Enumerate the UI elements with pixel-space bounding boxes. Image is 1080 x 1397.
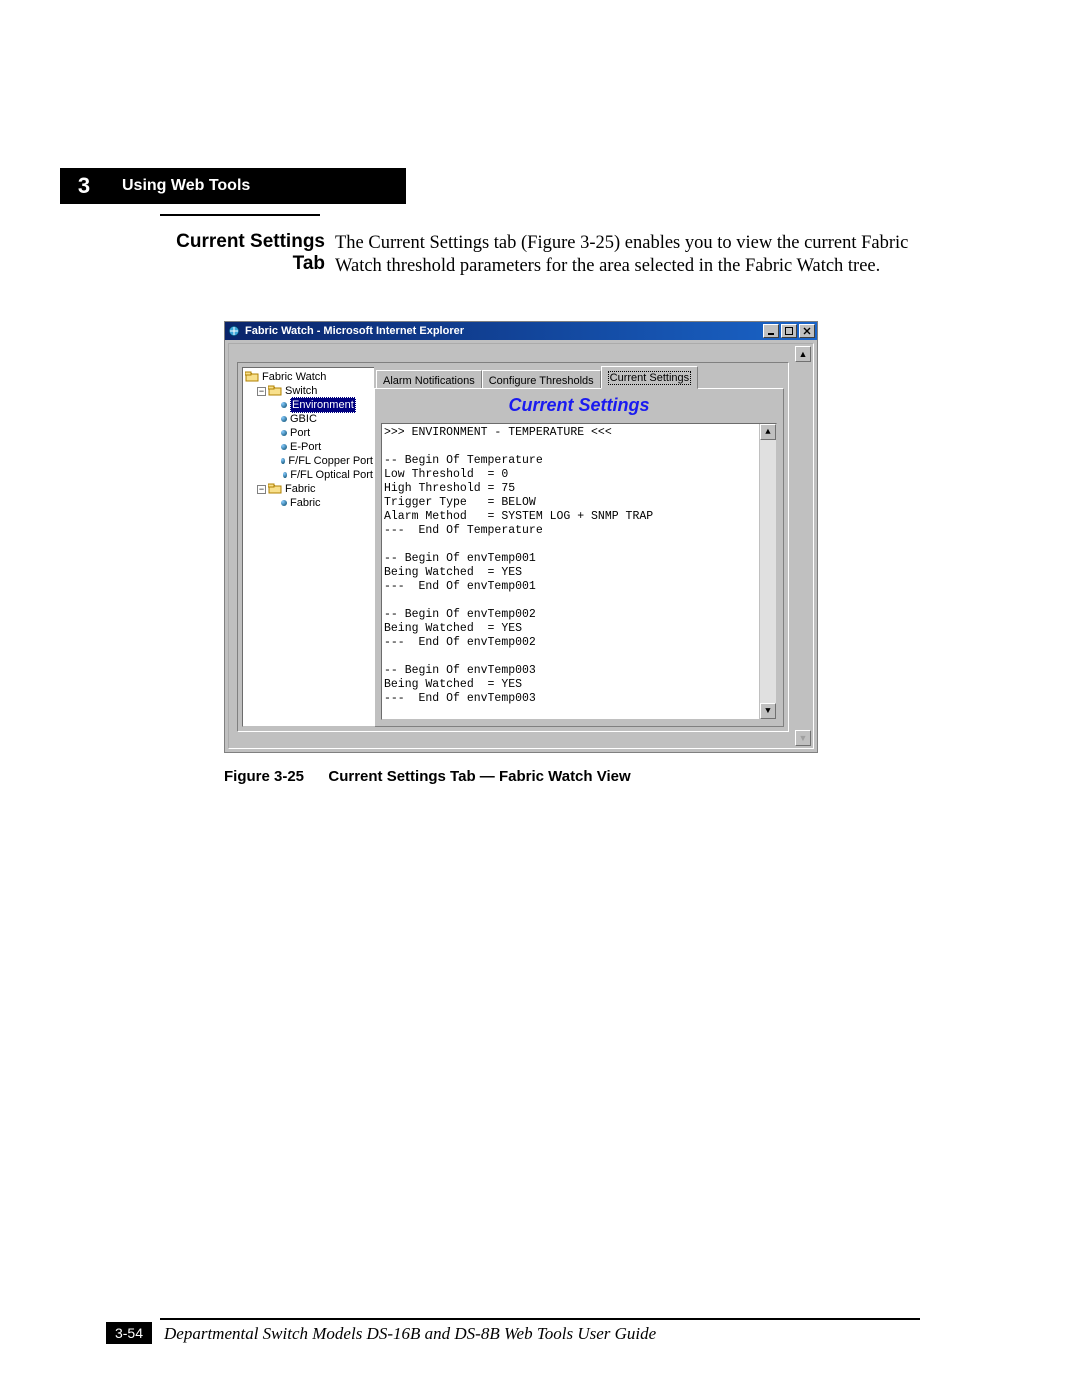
tab-label: Current Settings xyxy=(608,371,691,385)
tab-alarm-notifications[interactable]: Alarm Notifications xyxy=(376,370,482,390)
tree-item[interactable]: − Fabric xyxy=(245,482,373,496)
figure-title: Current Settings Tab — Fabric Watch View xyxy=(328,768,630,785)
tab-label: Configure Thresholds xyxy=(489,375,594,387)
footer-rule xyxy=(160,1318,920,1320)
log-content: >>> ENVIRONMENT - TEMPERATURE <<< -- Beg… xyxy=(384,426,758,717)
scroll-down-button[interactable]: ▼ xyxy=(760,703,776,719)
tabstrip: Alarm Notifications Configure Thresholds C… xyxy=(374,367,784,389)
tree-item[interactable]: Port xyxy=(245,426,373,440)
tree-item[interactable]: Fabric xyxy=(245,496,373,510)
content-pane: Alarm NotificationsConfigure ThresholdsC… xyxy=(374,367,784,727)
folder-icon xyxy=(268,482,282,496)
tree-item[interactable]: Environment xyxy=(245,398,373,412)
panel-title: Current Settings xyxy=(375,389,783,420)
tree-item-label: Fabric xyxy=(285,482,316,496)
bullet-icon xyxy=(281,416,287,422)
collapse-icon[interactable]: − xyxy=(257,485,266,494)
section-heading: Current Settings Tab xyxy=(145,231,325,275)
page: 3 Using Web Tools Current Settings Tab T… xyxy=(0,0,1080,1397)
tree-item[interactable]: E-Port xyxy=(245,440,373,454)
bullet-icon xyxy=(281,458,285,464)
outer-scroll-up-button[interactable]: ▲ xyxy=(795,346,811,362)
tree-item-label: Environment xyxy=(290,397,356,413)
ie-icon xyxy=(227,324,241,338)
minimize-button[interactable] xyxy=(763,324,779,338)
tree-item-label: F/FL Copper Port xyxy=(288,454,373,468)
tree-item[interactable]: F/FL Copper Port xyxy=(245,454,373,468)
tree-pane[interactable]: Fabric Watch − SwitchEnvironmentGBICPortE-… xyxy=(242,367,376,727)
tab-current-settings[interactable]: Current Settings xyxy=(601,366,698,389)
window-title: Fabric Watch - Microsoft Internet Explor… xyxy=(245,325,464,337)
chapter-number: 3 xyxy=(60,168,108,204)
scroll-up-button[interactable]: ▲ xyxy=(760,424,776,440)
tab-label: Alarm Notifications xyxy=(383,375,475,387)
tree-item-label: Fabric Watch xyxy=(262,370,326,384)
tab-configure-thresholds[interactable]: Configure Thresholds xyxy=(482,370,601,390)
bullet-icon xyxy=(281,402,287,408)
banner-title: Using Web Tools xyxy=(118,168,250,204)
figure-caption: Figure 3-25 Current Settings Tab — Fabri… xyxy=(224,768,631,785)
folder-icon xyxy=(245,370,259,384)
tree-item-label: E-Port xyxy=(290,440,321,454)
tree-item[interactable]: F/FL Optical Port xyxy=(245,468,373,482)
tab-body: Current Settings >>> ENVIRONMENT - TEMPE… xyxy=(374,388,784,727)
outer-scroll-down-button[interactable]: ▼ xyxy=(795,730,811,746)
tree-item-label: Port xyxy=(290,426,310,440)
figure-ref: Figure 3-25 xyxy=(224,768,304,785)
log-box: >>> ENVIRONMENT - TEMPERATURE <<< -- Beg… xyxy=(381,423,777,720)
maximize-button[interactable] xyxy=(781,324,797,338)
tree-item-label: F/FL Optical Port xyxy=(290,468,373,482)
tree-item-label: Switch xyxy=(285,384,317,398)
footer-title: Departmental Switch Models DS-16B and DS… xyxy=(164,1324,656,1344)
section-rule xyxy=(160,214,320,216)
section-body: The Current Settings tab (Figure 3-25) e… xyxy=(335,232,915,278)
screenshot-window: Fabric Watch - Microsoft Internet Explor… xyxy=(224,321,818,753)
tree-item[interactable]: − Switch xyxy=(245,384,373,398)
bullet-icon xyxy=(281,444,287,450)
titlebar: Fabric Watch - Microsoft Internet Explor… xyxy=(225,322,817,340)
close-button[interactable] xyxy=(799,324,815,338)
client-area: ▲ ▼ Fabric Watch − SwitchEnvironmentGBICPo… xyxy=(228,343,814,749)
folder-icon xyxy=(268,384,282,398)
tree-item-label: GBIC xyxy=(290,412,317,426)
applet-panel: Fabric Watch − SwitchEnvironmentGBICPortE-… xyxy=(237,362,789,732)
bullet-icon xyxy=(281,500,287,506)
footer-page-number: 3-54 xyxy=(106,1322,152,1344)
tree-item-label: Fabric xyxy=(290,496,321,510)
log-scrollbar[interactable]: ▲ ▼ xyxy=(759,424,776,719)
tree-item[interactable]: GBIC xyxy=(245,412,373,426)
bullet-icon xyxy=(281,430,287,436)
bullet-icon xyxy=(283,472,288,478)
collapse-icon[interactable]: − xyxy=(257,387,266,396)
tree-item[interactable]: Fabric Watch xyxy=(245,370,373,384)
